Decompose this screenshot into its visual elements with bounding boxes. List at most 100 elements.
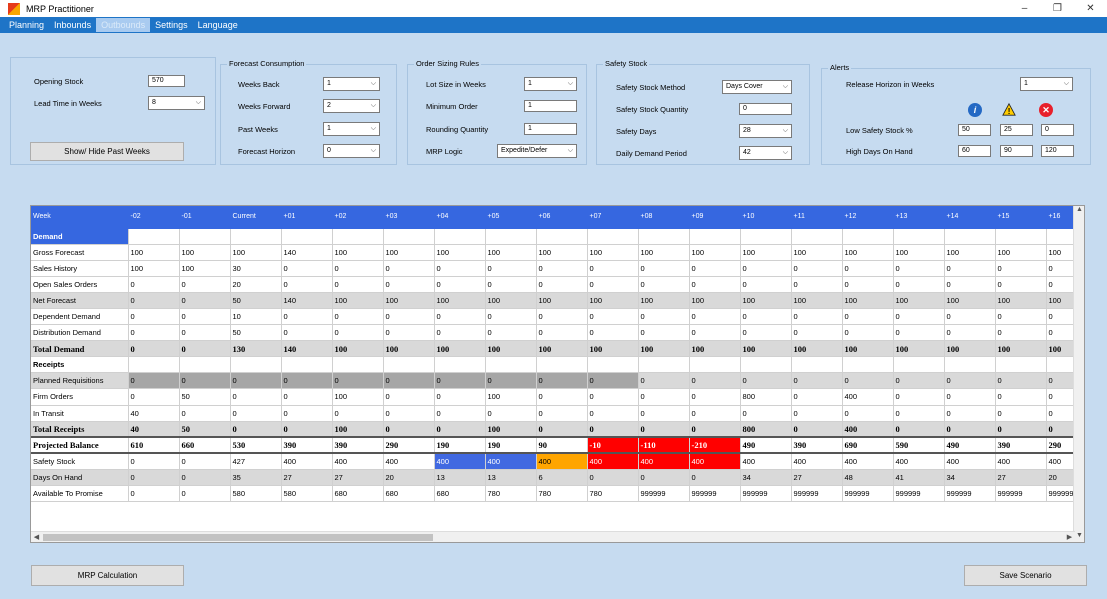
grid-cell[interactable]: 0 bbox=[587, 469, 639, 487]
grid-cell[interactable]: 0 bbox=[536, 308, 588, 326]
grid-cell[interactable]: 400 bbox=[281, 453, 333, 470]
grid-cell[interactable]: 27 bbox=[281, 469, 333, 487]
grid-cell[interactable]: 427 bbox=[230, 453, 282, 470]
grid-cell[interactable]: 0 bbox=[638, 421, 690, 438]
menu-planning[interactable]: Planning bbox=[4, 18, 49, 32]
grid-cell[interactable]: 0 bbox=[638, 388, 690, 406]
grid-cell[interactable]: 100 bbox=[485, 388, 537, 406]
grid-cell[interactable]: 400 bbox=[944, 453, 996, 470]
grid-cell[interactable]: 0 bbox=[128, 292, 180, 309]
grid-cell[interactable]: 100 bbox=[332, 244, 384, 261]
grid-cell[interactable]: 0 bbox=[791, 372, 843, 390]
grid-cell[interactable]: 100 bbox=[944, 292, 996, 309]
grid-cell[interactable]: 100 bbox=[434, 244, 486, 261]
grid-cell[interactable]: 0 bbox=[128, 324, 180, 342]
grid-cell[interactable]: 0 bbox=[179, 324, 231, 342]
grid-cell[interactable]: 100 bbox=[383, 340, 435, 358]
grid-cell[interactable]: 0 bbox=[485, 372, 537, 390]
grid-cell[interactable]: 50 bbox=[179, 388, 231, 406]
grid-cell[interactable]: 400 bbox=[842, 453, 894, 470]
horizontal-scrollbar[interactable]: ◀ ▶ bbox=[31, 531, 1075, 542]
grid-cell[interactable]: 0 bbox=[128, 372, 180, 390]
grid-cell[interactable] bbox=[842, 228, 894, 245]
grid-cell[interactable] bbox=[179, 356, 231, 374]
grid-cell[interactable]: 0 bbox=[536, 421, 588, 438]
menu-inbounds[interactable]: Inbounds bbox=[49, 18, 96, 32]
grid-cell[interactable]: 100 bbox=[179, 260, 231, 277]
grid-cell[interactable]: 100 bbox=[485, 292, 537, 309]
grid-cell[interactable]: 680 bbox=[434, 485, 486, 503]
menu-language[interactable]: Language bbox=[193, 18, 243, 32]
grid-cell[interactable]: 100 bbox=[536, 244, 588, 261]
grid-cell[interactable] bbox=[893, 228, 945, 245]
grid-cell[interactable]: 0 bbox=[281, 388, 333, 406]
restore-button[interactable]: ❐ bbox=[1041, 0, 1074, 17]
grid-cell[interactable]: 0 bbox=[944, 372, 996, 390]
grid-cell[interactable]: 400 bbox=[689, 453, 741, 470]
grid-cell[interactable]: 530 bbox=[230, 436, 282, 455]
grid-cell[interactable]: 0 bbox=[179, 485, 231, 503]
grid-cell[interactable]: 100 bbox=[332, 421, 384, 438]
grid-cell[interactable]: 0 bbox=[638, 372, 690, 390]
grid-cell[interactable]: 0 bbox=[434, 260, 486, 277]
show-hide-past-weeks-button[interactable]: Show/ Hide Past Weeks bbox=[30, 142, 184, 161]
grid-cell[interactable]: 690 bbox=[842, 436, 894, 455]
grid-cell[interactable]: 100 bbox=[434, 292, 486, 309]
grid-cell[interactable] bbox=[434, 228, 486, 245]
high-days-warning-input[interactable]: 90 bbox=[1000, 145, 1033, 157]
scroll-left-icon[interactable]: ◀ bbox=[31, 532, 42, 542]
grid-cell[interactable]: 100 bbox=[689, 292, 741, 309]
grid-cell[interactable]: 0 bbox=[536, 324, 588, 342]
grid-cell[interactable]: 100 bbox=[485, 421, 537, 438]
scroll-down-icon[interactable]: ▼ bbox=[1074, 532, 1084, 542]
grid-cell[interactable]: 0 bbox=[995, 260, 1047, 277]
grid-cell[interactable] bbox=[128, 356, 180, 374]
past-weeks-select[interactable]: 1 ⌵ bbox=[323, 122, 380, 136]
grid-cell[interactable]: 0 bbox=[485, 308, 537, 326]
grid-cell[interactable]: 0 bbox=[587, 388, 639, 406]
grid-cell[interactable]: 100 bbox=[893, 340, 945, 358]
grid-cell[interactable]: 400 bbox=[995, 453, 1047, 470]
grid-cell[interactable]: 0 bbox=[689, 324, 741, 342]
grid-cell[interactable] bbox=[128, 228, 180, 245]
grid-cell[interactable]: 100 bbox=[791, 340, 843, 358]
grid-cell[interactable]: 100 bbox=[230, 244, 282, 261]
grid-cell[interactable]: 0 bbox=[689, 276, 741, 293]
grid-cell[interactable]: 0 bbox=[944, 324, 996, 342]
grid-cell[interactable]: 0 bbox=[842, 260, 894, 277]
grid-cell[interactable]: 780 bbox=[485, 485, 537, 503]
grid-cell[interactable]: 0 bbox=[842, 276, 894, 293]
grid-cell[interactable]: 0 bbox=[281, 308, 333, 326]
grid-cell[interactable]: 0 bbox=[893, 421, 945, 438]
grid-cell[interactable]: 999999 bbox=[995, 485, 1047, 503]
grid-cell[interactable]: 290 bbox=[383, 436, 435, 455]
grid-cell[interactable]: 100 bbox=[842, 340, 894, 358]
grid-cell[interactable]: 0 bbox=[485, 405, 537, 422]
grid-cell[interactable] bbox=[383, 228, 435, 245]
grid-cell[interactable]: 0 bbox=[689, 388, 741, 406]
grid-cell[interactable]: 0 bbox=[791, 276, 843, 293]
grid-cell[interactable]: 190 bbox=[485, 436, 537, 455]
grid-cell[interactable]: 0 bbox=[230, 388, 282, 406]
grid-cell[interactable]: -10 bbox=[587, 436, 639, 455]
grid-cell[interactable]: 6 bbox=[536, 469, 588, 487]
grid-cell[interactable] bbox=[332, 356, 384, 374]
grid-cell[interactable]: 0 bbox=[944, 276, 996, 293]
opening-stock-input[interactable]: 570 bbox=[148, 75, 185, 87]
grid-cell[interactable]: 0 bbox=[842, 372, 894, 390]
grid-cell[interactable]: 0 bbox=[332, 324, 384, 342]
grid-cell[interactable] bbox=[179, 228, 231, 245]
grid-cell[interactable]: 0 bbox=[842, 308, 894, 326]
safety-days-select[interactable]: 28 ⌵ bbox=[739, 124, 792, 138]
grid-cell[interactable]: 400 bbox=[434, 453, 486, 470]
release-horizon-select[interactable]: 1 ⌵ bbox=[1020, 77, 1073, 91]
mrp-calculation-button[interactable]: MRP Calculation bbox=[31, 565, 184, 586]
grid-cell[interactable]: 400 bbox=[587, 453, 639, 470]
grid-cell[interactable]: 100 bbox=[995, 244, 1047, 261]
grid-cell[interactable]: 0 bbox=[536, 388, 588, 406]
grid-cell[interactable]: 48 bbox=[842, 469, 894, 487]
grid-cell[interactable]: 90 bbox=[536, 436, 588, 455]
grid-cell[interactable]: -210 bbox=[689, 436, 741, 455]
daily-demand-period-select[interactable]: 42 ⌵ bbox=[739, 146, 792, 160]
grid-cell[interactable]: 999999 bbox=[638, 485, 690, 503]
